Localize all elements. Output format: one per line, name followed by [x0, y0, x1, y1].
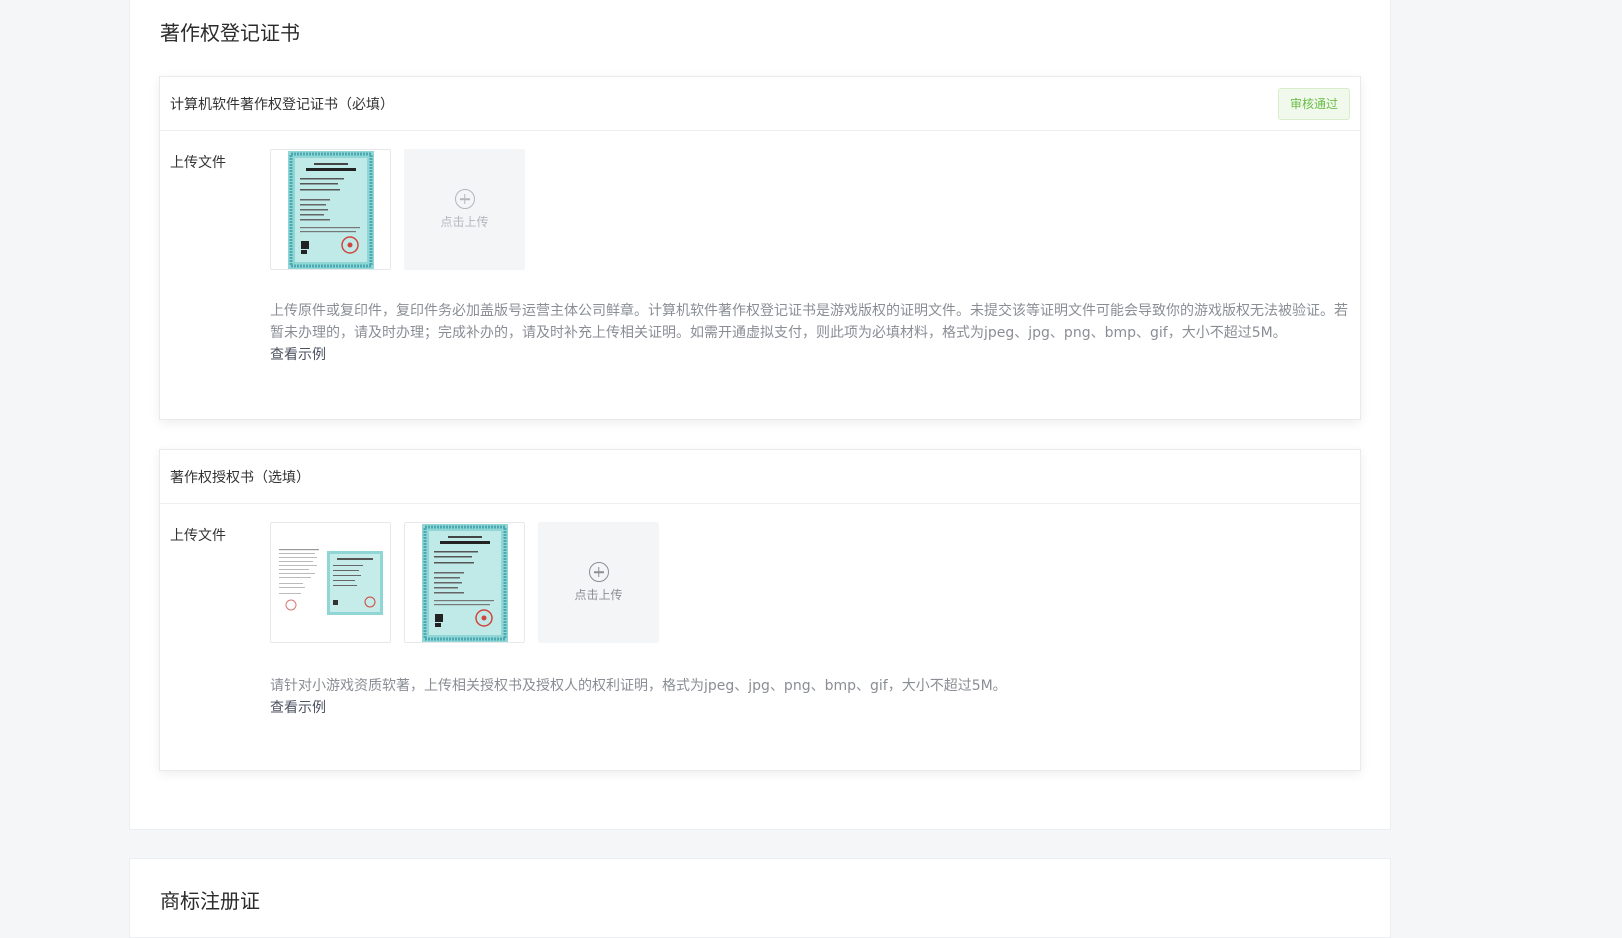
click-upload-button[interactable]: 点击上传 — [404, 149, 525, 270]
card-title: 著作权授权书（选填） — [170, 470, 310, 486]
plus-circle-icon — [588, 562, 609, 582]
click-upload-button[interactable]: 点击上传 — [538, 522, 659, 643]
hint-text: 请针对小游戏资质软著，上传相关授权书及授权人的权利证明，格式为jpeg、jpg、… — [270, 678, 1007, 694]
section-title: 商标注册证 — [160, 889, 260, 913]
certificate-card: 计算机软件著作权登记证书（必填） 审核通过 上传文件 点击上传 上传原件或复印件… — [159, 76, 1361, 420]
view-example-link[interactable]: 查看示例 — [270, 697, 326, 719]
certificate-image — [287, 150, 374, 269]
upload-hint: 上传原件或复印件，复印件务必加盖版号运营主体公司鲜章。计算机软件著作权登记证书是… — [270, 300, 1355, 366]
upload-file-label: 上传文件 — [170, 528, 226, 544]
uploaded-certificate-thumbnail[interactable] — [270, 149, 391, 270]
card-title: 计算机软件著作权登记证书（必填） — [170, 97, 394, 113]
status-badge: 审核通过 — [1277, 88, 1350, 120]
upload-file-label: 上传文件 — [170, 155, 226, 171]
certificate-image — [421, 523, 508, 642]
upload-button-label: 点击上传 — [440, 215, 489, 229]
hint-text: 上传原件或复印件，复印件务必加盖版号运营主体公司鲜章。计算机软件著作权登记证书是… — [270, 303, 1348, 341]
authorization-card: 著作权授权书（选填） 上传文件 点击上传 请针对小游戏资质软著，上传相关授权书及… — [159, 449, 1361, 771]
upload-hint: 请针对小游戏资质软著，上传相关授权书及授权人的权利证明，格式为jpeg、jpg、… — [270, 675, 1355, 719]
uploaded-files: 点击上传 — [270, 522, 659, 643]
trademark-section: 商标注册证 — [129, 858, 1391, 938]
uploaded-certificate-thumbnail[interactable] — [404, 522, 525, 643]
upload-button-label: 点击上传 — [574, 588, 623, 602]
uploaded-authorization-thumbnail[interactable] — [270, 522, 391, 643]
authorization-image — [274, 542, 387, 623]
card-header: 著作权授权书（选填） — [160, 450, 1360, 504]
view-example-link[interactable]: 查看示例 — [270, 344, 326, 366]
plus-circle-icon — [454, 189, 475, 209]
section-title: 著作权登记证书 — [160, 21, 300, 45]
uploaded-files: 点击上传 — [270, 149, 525, 270]
card-header: 计算机软件著作权登记证书（必填） 审核通过 — [160, 77, 1360, 131]
